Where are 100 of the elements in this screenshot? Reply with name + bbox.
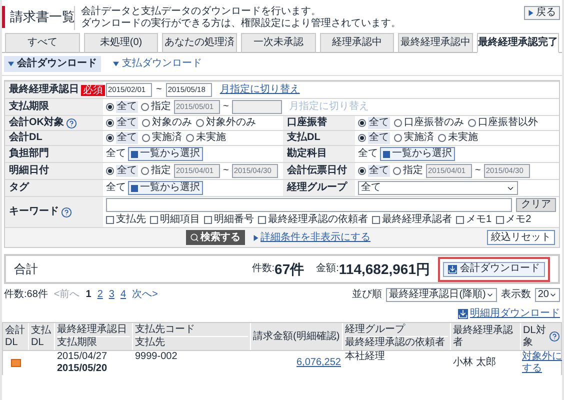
- tab[interactable]: 最終経理承認完了: [477, 33, 560, 53]
- column-header: 支払先コード: [135, 324, 195, 336]
- hide-conditions-link[interactable]: 詳細条件を非表示にする: [260, 232, 370, 244]
- page-link[interactable]: 4: [120, 289, 126, 301]
- radio-label: 全て: [116, 117, 138, 129]
- subtab[interactable]: 会計ダウンロード: [4, 56, 101, 72]
- reset-button[interactable]: 絞込リセット: [487, 230, 555, 245]
- radio-label: 対象外のみ: [206, 117, 256, 129]
- radio-label: 指定: [151, 101, 171, 113]
- per-page-select[interactable]: 20: [534, 288, 560, 302]
- back-button[interactable]: 戻る: [524, 6, 560, 20]
- radio-button[interactable]: [106, 119, 114, 127]
- range-separator: ~: [156, 84, 162, 96]
- radio-button[interactable]: [142, 119, 150, 127]
- radio-label: 口座振替のみ: [404, 117, 464, 129]
- list-icon: [131, 150, 138, 158]
- field-label: 経理グループ: [287, 182, 347, 194]
- range-separator: ~: [475, 165, 481, 177]
- column-header: 支払DL: [31, 324, 52, 348]
- field-label: 会計OK対象: [9, 117, 64, 129]
- radio-button[interactable]: [358, 134, 366, 142]
- checkbox-label: メモ1: [466, 214, 492, 226]
- radio-label: 全て: [368, 132, 390, 144]
- dropdown-icon: [486, 291, 494, 299]
- table-cell-text: 2015/05/20: [57, 363, 108, 375]
- detail-download-link[interactable]: 明細用ダウンロード: [470, 308, 560, 320]
- tab[interactable]: すべて: [5, 33, 80, 53]
- field-label: 口座振替: [287, 117, 327, 129]
- result-count: 件数:68件: [4, 289, 48, 301]
- radio-label: 未実施: [196, 132, 226, 144]
- select-from-list-button[interactable]: 一覧から選択: [380, 147, 455, 161]
- select-from-list-button[interactable]: 一覧から選択: [128, 181, 203, 195]
- radio-label: 対象のみ: [152, 117, 192, 129]
- page-link[interactable]: 1: [86, 289, 92, 301]
- month-switch-link[interactable]: 月指定に切り替え: [220, 84, 300, 96]
- page-link[interactable]: 3: [108, 289, 114, 301]
- count-value: 67件: [274, 263, 304, 275]
- keyword-field[interactable]: [106, 198, 512, 212]
- checkbox[interactable]: [150, 216, 158, 224]
- radio-label: 実施済: [404, 132, 434, 144]
- tab[interactable]: 経理承認中: [320, 33, 394, 53]
- column-header: 最終経理承認者: [453, 324, 514, 348]
- tab[interactable]: 最終経理承認中: [398, 33, 474, 53]
- radio-button[interactable]: [186, 134, 194, 142]
- tab[interactable]: あなたの処理済: [162, 33, 238, 53]
- group-select[interactable]: 全て: [358, 181, 518, 195]
- field-label: キーワード: [9, 206, 59, 218]
- page-link[interactable]: 2: [97, 289, 103, 301]
- field-label: 支払DL: [287, 132, 320, 144]
- radio-button[interactable]: [394, 119, 402, 127]
- next-page-link[interactable]: 次へ>: [132, 289, 158, 301]
- radio-button[interactable]: [468, 119, 476, 127]
- exclude-link[interactable]: 対象外にする: [522, 351, 562, 375]
- checkbox[interactable]: [204, 216, 212, 224]
- per-page-label: 表示数: [500, 289, 531, 301]
- radio-label: 全て: [368, 117, 390, 129]
- sort-label: 並び順: [352, 289, 382, 301]
- description-text: 会計データと支払データのダウンロードを行います。: [81, 6, 322, 18]
- download-icon: [458, 309, 468, 319]
- help-icon[interactable]: [61, 206, 72, 218]
- help-icon[interactable]: [549, 331, 560, 342]
- amount-link[interactable]: 6,076,252: [296, 357, 341, 369]
- help-icon[interactable]: [66, 118, 77, 128]
- checkbox-label: 最終経理承認者: [382, 214, 452, 226]
- radio-button[interactable]: [106, 134, 114, 142]
- checkbox-label: 支払先: [116, 214, 146, 226]
- radio-label: 実施済: [152, 132, 182, 144]
- radio-label: 口座振替以外: [478, 117, 538, 129]
- tab[interactable]: 未処理(0): [84, 33, 158, 53]
- radio-button[interactable]: [438, 134, 446, 142]
- range-separator: ~: [223, 101, 229, 113]
- checkbox[interactable]: [496, 216, 504, 224]
- amount-value: 114,682,961円: [338, 263, 430, 275]
- select-from-list-button[interactable]: 一覧から選択: [128, 147, 203, 161]
- field-label: 負担部門: [9, 148, 49, 160]
- search-button[interactable]: 検索する: [186, 230, 244, 245]
- column-header: 経理グループ: [345, 324, 405, 336]
- table-cell: 9999-002: [135, 351, 178, 362]
- caret-icon: [113, 61, 119, 67]
- subtab[interactable]: 支払ダウンロード: [109, 56, 206, 72]
- date-field[interactable]: [232, 100, 282, 114]
- radio-button[interactable]: [196, 119, 204, 127]
- tab[interactable]: 一次未承認: [241, 33, 316, 53]
- checkbox[interactable]: [258, 216, 266, 224]
- table-cell: 小林 太郎: [453, 357, 496, 369]
- sort-select[interactable]: 最終経理承認日(降順): [386, 288, 497, 302]
- checkbox[interactable]: [456, 216, 464, 224]
- range-separator: ~: [223, 165, 229, 177]
- list-icon: [383, 150, 390, 158]
- column-header: 請求金額(明細確認): [253, 330, 340, 342]
- radio-button[interactable]: [394, 134, 402, 142]
- accounting-download-button[interactable]: 会計ダウンロード: [443, 262, 545, 276]
- radio-button[interactable]: [358, 119, 366, 127]
- column-header: 最終経理承認日: [57, 324, 127, 336]
- clear-button[interactable]: クリア: [516, 198, 556, 212]
- checkbox[interactable]: [372, 216, 380, 224]
- radio-button[interactable]: [142, 134, 150, 142]
- field-label: 明細日付: [9, 165, 49, 177]
- checkbox[interactable]: [106, 216, 114, 224]
- dropdown-icon: [549, 291, 557, 299]
